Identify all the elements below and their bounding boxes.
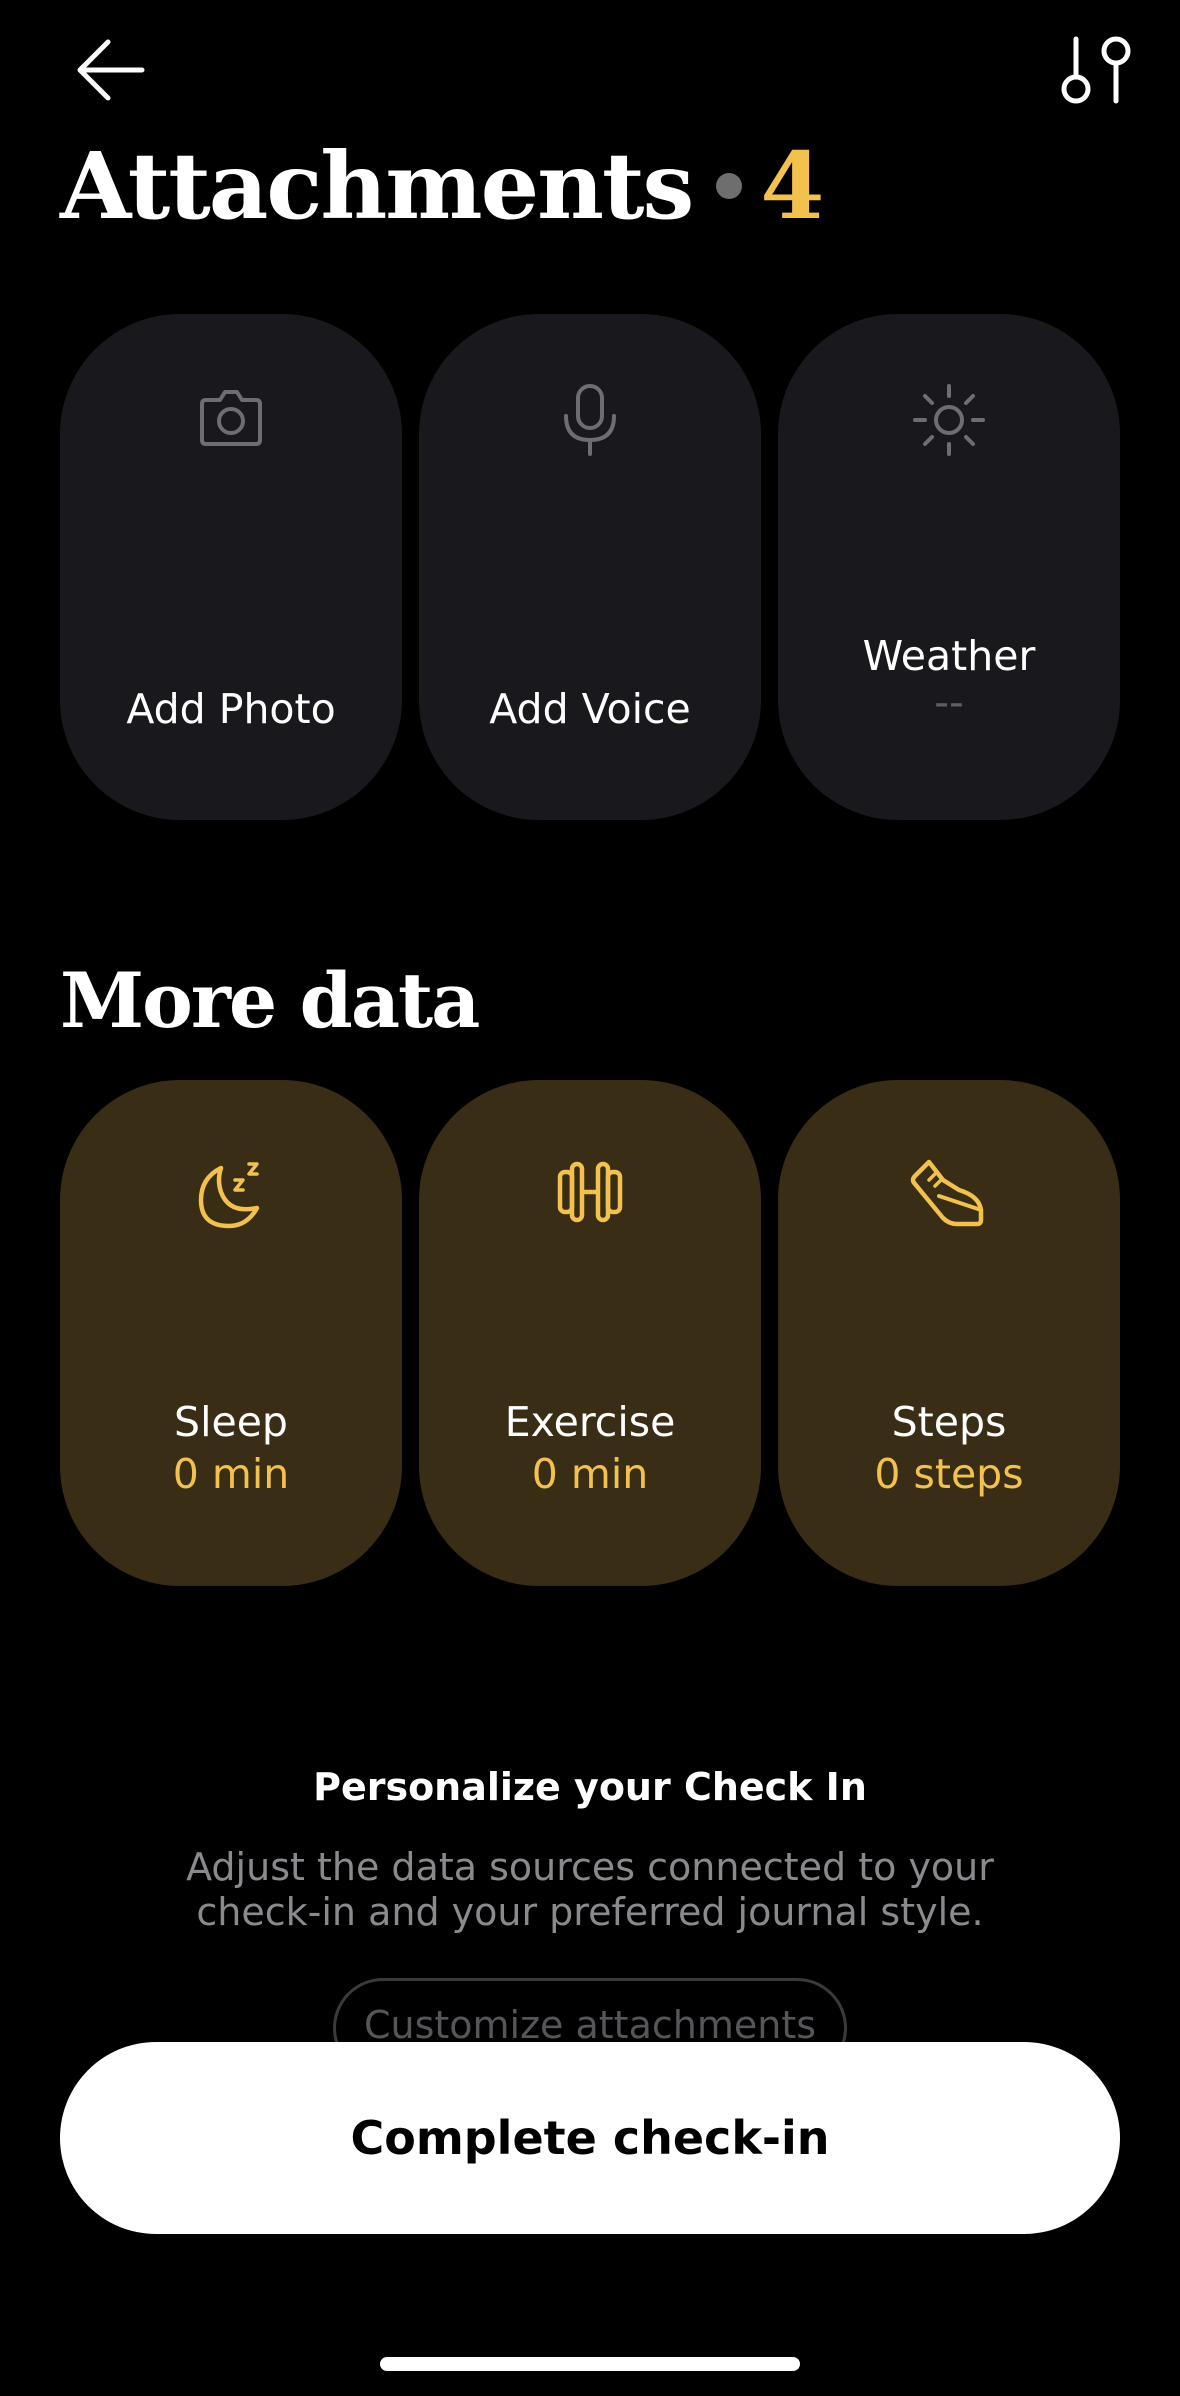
filter-settings-button[interactable]	[1046, 20, 1146, 120]
weather-label: Weather	[862, 632, 1036, 680]
exercise-value: 0 min	[531, 1450, 649, 1498]
steps-tile[interactable]: Steps 0 steps	[778, 1080, 1120, 1586]
attachments-header: Attachments 4	[60, 132, 824, 240]
steps-value: 0 steps	[874, 1450, 1024, 1498]
moon-sleep-icon	[60, 1156, 402, 1236]
back-button[interactable]	[60, 20, 160, 120]
sun-icon	[778, 382, 1120, 458]
personalize-title: Personalize your Check In	[313, 1765, 867, 1809]
sleep-value: 0 min	[172, 1450, 290, 1498]
personalize-description-line-1: Adjust the data sources connected to you…	[186, 1845, 994, 1889]
attachments-count: 4	[760, 132, 824, 240]
camera-icon	[60, 382, 402, 452]
page-title: Attachments	[60, 132, 694, 240]
title-separator-dot	[716, 173, 743, 199]
weather-tile[interactable]: Weather --	[778, 314, 1120, 820]
sleep-tile[interactable]: Sleep 0 min	[60, 1080, 402, 1586]
microphone-icon	[419, 382, 761, 458]
arrow-left-icon	[77, 39, 145, 101]
sleep-label: Sleep	[174, 1398, 288, 1446]
complete-check-in-button[interactable]: Complete check-in	[60, 2042, 1120, 2234]
add-voice-tile[interactable]: Add Voice	[419, 314, 761, 820]
steps-label: Steps	[891, 1398, 1007, 1446]
add-photo-label: Add Photo	[126, 685, 336, 733]
personalize-description-line-2: check-in and your preferred journal styl…	[196, 1890, 984, 1934]
dumbbell-icon	[419, 1160, 761, 1224]
add-voice-label: Add Voice	[489, 685, 691, 733]
exercise-label: Exercise	[504, 1398, 676, 1446]
home-indicator	[380, 2357, 800, 2371]
weather-value: --	[934, 678, 964, 726]
add-photo-tile[interactable]: Add Photo	[60, 314, 402, 820]
exercise-tile[interactable]: Exercise 0 min	[419, 1080, 761, 1586]
sliders-icon	[1061, 36, 1131, 104]
more-data-title: More data	[60, 956, 480, 1045]
personalize-description: Adjust the data sources connected to you…	[0, 1845, 1180, 1935]
shoe-icon	[778, 1156, 1120, 1232]
